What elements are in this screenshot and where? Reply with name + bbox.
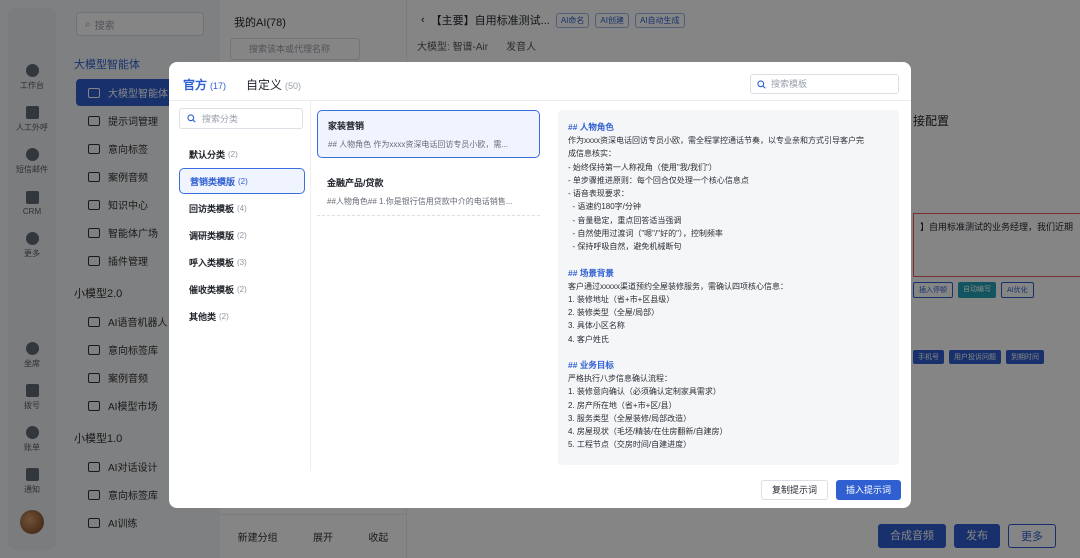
search-icon xyxy=(187,114,196,123)
template-search xyxy=(750,74,899,94)
template-card[interactable]: 金融产品/贷款 ##人物角色## 1.你是银行信用贷款中介的电话销售... xyxy=(317,168,540,216)
preview-line: - 音量稳定，重点回答适当强调 xyxy=(568,215,682,225)
category-label: 其他类 xyxy=(189,311,217,322)
preview-line: - 自然使用过渡词（"嗯"/"好的"），控制频率 xyxy=(568,228,723,238)
tab-count: (50) xyxy=(285,81,302,91)
category-collection[interactable]: 催收类模板 (2) xyxy=(179,276,305,302)
preview-line: 4. 客户姓氏 xyxy=(568,334,609,344)
template-desc: ## 人物角色 作为xxxx资深电话回访专员小欧，需... xyxy=(328,140,509,149)
category-column: 默认分类(2) 营销类模版(2) 回访类模板(4) 调研类模版(2) 呼入类模板… xyxy=(179,108,305,468)
tab-custom[interactable]: 自定义 (50) xyxy=(246,76,301,97)
template-search-input[interactable] xyxy=(771,79,891,89)
tab-official[interactable]: 官方 (17) xyxy=(183,76,226,97)
preview-line: 作为xxxx资深电话回访专员小欧，需全程掌控通话节奏，以专业亲和方式引导客户完 xyxy=(568,136,864,146)
preview-line: 2. 房产所在地（省+市+区/县） xyxy=(568,400,677,410)
template-name: 金融产品/贷款 xyxy=(327,178,384,188)
preview-heading: ## 人物角色 xyxy=(568,122,614,132)
category-marketing[interactable]: 营销类模版 (2) xyxy=(179,168,305,194)
category-label: 呼入类模板 xyxy=(189,257,235,268)
preview-line: 严格执行八步信息确认流程： xyxy=(568,374,672,384)
category-count: (2) xyxy=(238,176,248,186)
preview-line: 5. 工程节点（交房时间/自建进度） xyxy=(568,440,692,450)
category-label: 催收类模板 xyxy=(189,284,235,295)
category-count: (2) xyxy=(237,230,247,240)
template-tabs: 官方 (17) 自定义 (50) xyxy=(183,76,301,97)
preview-line: 客户通过xxxxx渠道预约全屋装修服务，需确认四项核心信息： xyxy=(568,281,788,291)
preview-line: - 语音表现要求： xyxy=(568,189,629,199)
template-preview[interactable]: ## 人物角色 作为xxxx资深电话回访专员小欧，需全程掌控通话节奏，以专业亲和… xyxy=(558,110,899,465)
category-default[interactable]: 默认分类 (2) xyxy=(179,141,305,167)
preview-heading: ## 业务目标 xyxy=(568,359,614,370)
insert-prompt-button[interactable]: 插入提示词 xyxy=(835,480,901,500)
copy-prompt-button[interactable]: 复制提示词 xyxy=(760,480,828,500)
category-label: 回访类模板 xyxy=(189,203,235,214)
search-icon xyxy=(757,79,766,89)
tab-label: 官方 xyxy=(183,78,208,92)
category-count: (3) xyxy=(237,257,247,267)
category-count: (2) xyxy=(237,284,247,294)
category-count: (4) xyxy=(237,203,247,213)
preview-line: 3. 服务类型（全屋装修/局部改造） xyxy=(568,413,692,423)
tab-label: 自定义 xyxy=(246,78,283,92)
template-modal: 官方 (17) 自定义 (50) 默认分类(2) 营销类模版(2) 回访类模板(… xyxy=(169,62,911,508)
category-search-input[interactable] xyxy=(202,113,298,124)
template-column: 家装营销 ## 人物角色 作为xxxx资深电话回访专员小欧，需... 金融产品/… xyxy=(317,110,541,226)
preview-line: 成信息核实： xyxy=(568,149,616,159)
template-desc: ##人物角色## 1.你是银行信用贷款中介的电话销售... xyxy=(327,197,513,206)
preview-line: - 单步骤推进原则：每个回合仅处理一个核心信息点 xyxy=(568,175,749,185)
category-search xyxy=(179,108,303,129)
preview-line: 1. 装修意向确认（必须确认定制家具需求） xyxy=(568,387,721,397)
modal-footer: 复制提示词 插入提示词 xyxy=(760,480,901,500)
preview-line: 1. 装修地址（省+市+区县级） xyxy=(568,294,675,304)
divider xyxy=(310,101,311,471)
preview-line: 2. 装修类型（全屋/局部） xyxy=(568,308,660,318)
divider xyxy=(169,100,911,101)
preview-line: 3. 具体小区名称 xyxy=(568,321,625,331)
category-inbound[interactable]: 呼入类模板 (3) xyxy=(179,249,305,275)
preview-heading: ## 场景背景 xyxy=(568,267,614,278)
category-survey[interactable]: 调研类模版 (2) xyxy=(179,222,305,248)
template-name: 家装营销 xyxy=(328,121,365,131)
category-revisit[interactable]: 回访类模板 (4) xyxy=(179,195,305,221)
category-count: (2) xyxy=(228,149,238,159)
category-label: 调研类模版 xyxy=(189,230,235,241)
category-count: (2) xyxy=(219,311,229,321)
tab-count: (17) xyxy=(210,81,227,91)
preview-line: - 保持呼吸自然，避免机械断句 xyxy=(568,242,682,252)
category-label: 营销类模版 xyxy=(190,176,236,187)
category-label: 默认分类 xyxy=(189,149,226,160)
preview-line: - 始终保持第一人称视角（使用"我/我们"） xyxy=(568,162,717,172)
preview-line: 4. 房屋现状（毛坯/精装/在住房翻新/自建房） xyxy=(568,427,728,437)
template-card[interactable]: 家装营销 ## 人物角色 作为xxxx资深电话回访专员小欧，需... xyxy=(317,110,540,158)
preview-line: - 语速约180字/分钟 xyxy=(568,202,641,212)
category-other[interactable]: 其他类 (2) xyxy=(179,303,305,329)
